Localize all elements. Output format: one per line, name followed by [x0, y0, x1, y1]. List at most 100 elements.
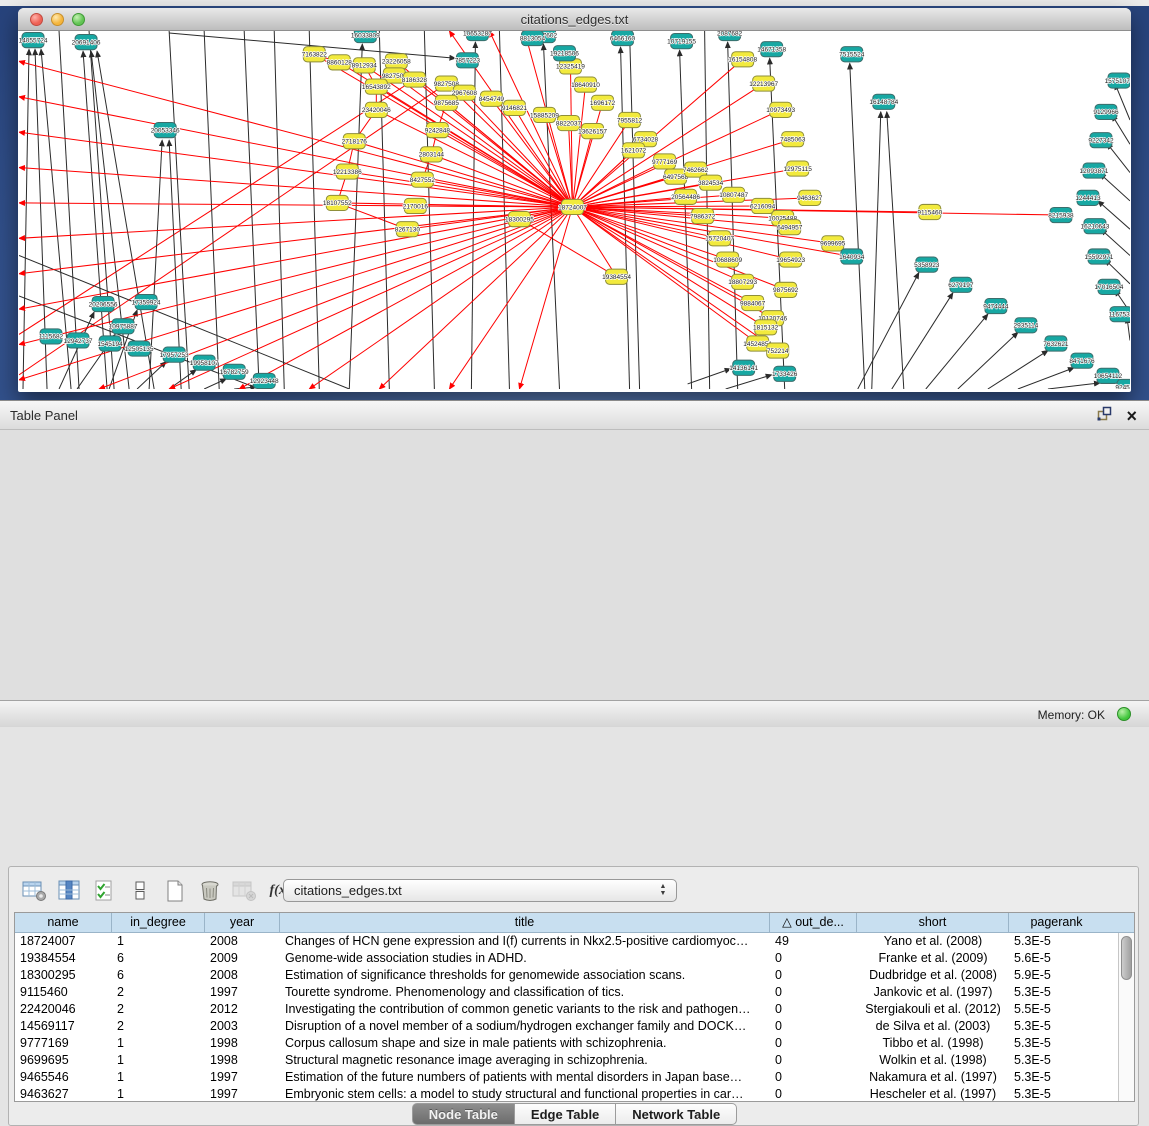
- table-row[interactable]: 969969511998Structural magnetic resonanc…: [15, 1052, 1134, 1069]
- table-scrollbar[interactable]: [1118, 933, 1134, 1101]
- table-select-dropdown[interactable]: citations_edges.txt ▲▼: [283, 879, 677, 902]
- graph-node-label: 9463627: [797, 195, 823, 202]
- column-header-in-degree[interactable]: in_degree: [112, 913, 205, 932]
- graph-node-label: 1545194: [97, 341, 123, 348]
- graph-node-label: 2170016: [403, 203, 429, 210]
- table-cell: Genome-wide association studies in ADHD.: [280, 950, 770, 967]
- float-panel-icon[interactable]: [1097, 406, 1112, 426]
- table-cell: 6: [112, 967, 205, 984]
- table-row[interactable]: 946362711997Embryonic stem cells: a mode…: [15, 1086, 1134, 1102]
- table-cell: 5.6E-5: [1009, 950, 1104, 967]
- table-cell: 14569117: [15, 1018, 112, 1035]
- import-table-icon[interactable]: [232, 879, 258, 903]
- graph-edge: [169, 207, 572, 389]
- graph-node-label: 18640910: [571, 82, 600, 89]
- network-canvas: 1872400718300295716382288601288912934232…: [19, 31, 1130, 389]
- table-row[interactable]: 1938455462009Genome-wide association stu…: [15, 950, 1134, 967]
- table-row[interactable]: 977716911998Corpus callosum shape and si…: [15, 1035, 1134, 1052]
- network-view-canvas[interactable]: 1872400718300295716382288601288912934232…: [19, 31, 1130, 389]
- graph-node-label: 9227342: [1088, 138, 1114, 145]
- graph-node-label: 19384554: [602, 274, 631, 281]
- graph-node-label: 1115682: [39, 334, 64, 341]
- close-panel-icon[interactable]: ×: [1126, 407, 1137, 425]
- graph-node-label: 12942737: [64, 338, 93, 345]
- memory-status-indicator[interactable]: [1117, 707, 1131, 721]
- graph-node-label: 10688609: [713, 257, 742, 264]
- window-titlebar[interactable]: citations_edges.txt: [18, 8, 1131, 31]
- graph-node-label: 20206556: [89, 301, 118, 308]
- table-cell: 0: [770, 1086, 857, 1102]
- graph-node-label: 17016504: [1095, 284, 1124, 291]
- table-cell: 19384554: [15, 950, 112, 967]
- graph-node-label: 8454749: [479, 96, 505, 103]
- column-header-name[interactable]: name: [15, 913, 112, 932]
- graph-node-label: 23420046: [362, 107, 391, 114]
- graph-node-label: 16782759: [220, 369, 249, 376]
- column-header-pagerank[interactable]: pagerank: [1009, 913, 1104, 932]
- column-visibility-icon[interactable]: [57, 879, 83, 903]
- row-height-icon[interactable]: [127, 879, 153, 903]
- column-header-short[interactable]: short: [857, 913, 1009, 932]
- table-cell: 1998: [205, 1035, 280, 1052]
- table-row[interactable]: 1872400712008Changes of HCN gene express…: [15, 933, 1134, 950]
- column-header-year[interactable]: year: [205, 913, 280, 932]
- graph-node-label: 10719155: [667, 38, 696, 45]
- table-cell: 0: [770, 967, 857, 984]
- table-row[interactable]: 1456911722003Disruption of a novel membe…: [15, 1018, 1134, 1035]
- graph-edge: [234, 387, 256, 389]
- table-cell: 1997: [205, 1086, 280, 1102]
- graph-edge: [926, 314, 988, 389]
- table-panel-body: f(x) citations_edges.txt ▲▼ namein_degre…: [0, 430, 1149, 700]
- graph-edge: [850, 63, 865, 389]
- tab-network-table[interactable]: Network Table: [616, 1103, 737, 1125]
- graph-node-label: 9777169: [652, 159, 678, 166]
- column-header-title[interactable]: title: [280, 913, 770, 932]
- table-cell: 0: [770, 1069, 857, 1086]
- graph-node-label: 7485063: [780, 137, 806, 144]
- table-cell: 18300295: [15, 967, 112, 984]
- graph-node-label: 9884067: [740, 300, 766, 307]
- table-settings-icon[interactable]: [22, 879, 48, 903]
- table-row[interactable]: 1830029562008Estimation of significance …: [15, 967, 1134, 984]
- graph-edge: [349, 44, 362, 389]
- graph-edge: [1018, 368, 1074, 389]
- graph-node-label: 8267130: [395, 227, 421, 234]
- graph-edge: [19, 80, 414, 335]
- table-cell: 5.9E-5: [1009, 967, 1104, 984]
- graph-node-label: 8186328: [402, 77, 428, 84]
- table-cell: Hescheler et al. (1997): [857, 1086, 1009, 1102]
- graph-node-label: 18724007: [558, 204, 587, 211]
- graph-node-label: 9474444: [983, 303, 1009, 310]
- graph-node-label: 18107552: [323, 200, 352, 207]
- table-row[interactable]: 946554611997Estimation of the future num…: [15, 1069, 1134, 1086]
- new-table-icon[interactable]: [162, 879, 188, 903]
- status-bar: Memory: OK: [0, 700, 1149, 727]
- row-selection-icon[interactable]: [92, 879, 118, 903]
- graph-node-label: 6279197: [948, 282, 974, 289]
- graph-node-label: 7462662: [683, 167, 709, 174]
- table-cell: 9777169: [15, 1035, 112, 1052]
- table-cell: 5.5E-5: [1009, 1001, 1104, 1018]
- table-cell: 9465546: [15, 1069, 112, 1086]
- graph-node-label: 1167531: [1109, 311, 1130, 318]
- table-scrollbar-thumb[interactable]: [1121, 936, 1132, 980]
- network-view-window[interactable]: citations_edges.txt 18724007183002957163…: [18, 8, 1131, 392]
- column-header-out-de-[interactable]: △ out_de...: [770, 913, 857, 932]
- table-cell: Investigating the contribution of common…: [280, 1001, 770, 1018]
- table-cell: 1997: [205, 1069, 280, 1086]
- graph-edge: [726, 375, 772, 389]
- table-row[interactable]: 911546021997Tourette syndrome. Phenomeno…: [15, 984, 1134, 1001]
- graph-node-label: 1621072: [621, 148, 647, 155]
- tab-edge-table[interactable]: Edge Table: [515, 1103, 616, 1125]
- table-header-row[interactable]: namein_degreeyeartitle△ out_de...shortpa…: [15, 913, 1134, 933]
- table-cell: de Silva et al. (2003): [857, 1018, 1009, 1035]
- graph-edge: [19, 207, 572, 345]
- node-table: namein_degreeyeartitle△ out_de...shortpa…: [14, 912, 1135, 1102]
- tab-node-table[interactable]: Node Table: [412, 1103, 515, 1125]
- delete-table-icon[interactable]: [197, 879, 223, 903]
- table-row[interactable]: 2242004622012Investigating the contribut…: [15, 1001, 1134, 1018]
- table-cell: Franke et al. (2009): [857, 950, 1009, 967]
- graph-node-label: 12975115: [784, 166, 813, 173]
- graph-node-label: 2718176: [342, 139, 368, 146]
- table-cell: 2008: [205, 933, 280, 950]
